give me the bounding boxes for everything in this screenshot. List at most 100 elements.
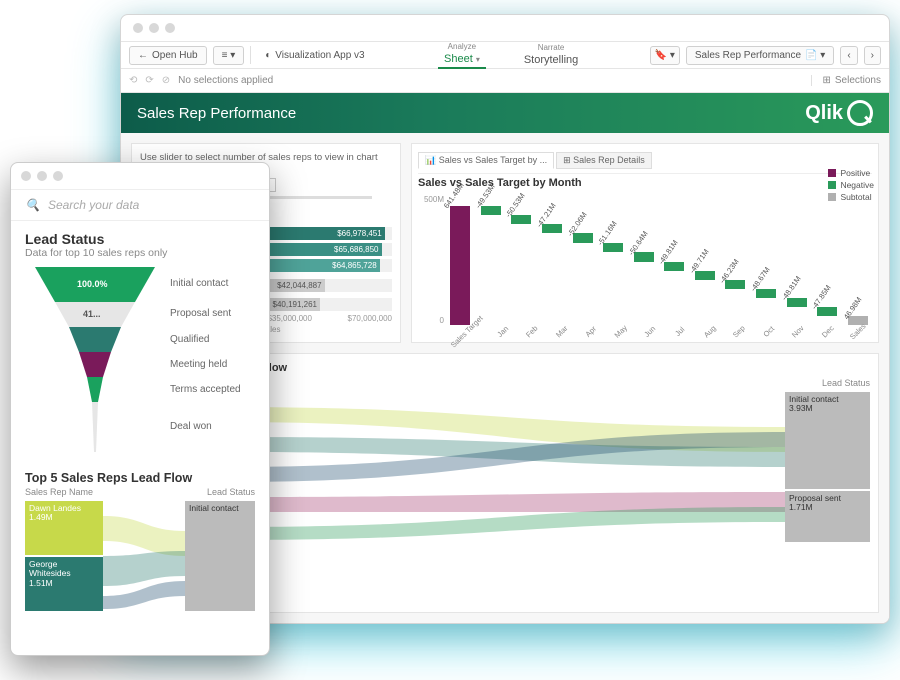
tab-sales-rep-details[interactable]: ⊞ Sales Rep Details	[556, 152, 652, 169]
selections-bar: ⟲ ⟳ ⊘ No selections applied ⊞ Selections	[121, 69, 889, 93]
narrate-group[interactable]: Narrate Storytelling	[518, 43, 584, 68]
selections-label: Selections	[835, 75, 881, 86]
top-toolbar: ← Open Hub ≡ ▾ ◐ Visualization App v3 An…	[121, 41, 889, 69]
app-name-label: Visualization App v3	[275, 50, 364, 61]
waterfall-bar: -50.53M	[507, 195, 536, 325]
y-tick: 500M	[418, 195, 444, 204]
sankey-target-node: Initial contact3.93M	[785, 392, 870, 489]
storytelling-tab[interactable]: Storytelling	[518, 52, 584, 68]
mobile-sankey-source-nodes: Dawn Landes1.49MGeorge Whitesides1.51M	[25, 501, 103, 611]
legend-positive: Positive	[840, 168, 870, 178]
open-hub-label: Open Hub	[152, 50, 198, 61]
mobile-sankey-right-header: Lead Status	[207, 487, 255, 497]
chart-tabs: 📊 Sales vs Sales Target by ... ⊞ Sales R…	[418, 150, 872, 174]
selections-icon: ⊞	[822, 75, 830, 86]
narrate-caption: Narrate	[518, 43, 584, 52]
search-placeholder: Search your data	[48, 198, 139, 212]
wf-bar-fill	[573, 233, 593, 243]
sankey-target-node: Proposal sent1.71M	[785, 491, 870, 542]
prev-sheet-button[interactable]: ‹	[840, 46, 857, 65]
minimize-dot[interactable]	[37, 171, 47, 181]
wf-bar-fill	[817, 307, 837, 316]
sankey-target-nodes: Initial contact3.93MProposal sent1.71M	[785, 392, 870, 542]
funnel-svg	[25, 267, 165, 457]
bar-value: $66,978,451	[337, 227, 382, 240]
bar-value: $65,686,850	[334, 243, 379, 256]
waterfall-bar: -47.85M	[813, 195, 842, 325]
funnel-label: Proposal sent	[170, 309, 231, 319]
waterfall-bar: 641.48M	[446, 195, 475, 325]
mobile-sankey-header: Sales Rep Name Lead Status	[25, 487, 255, 497]
funnel-label: Initial contact	[170, 279, 228, 289]
sankey-source-node: George Whitesides1.51M	[25, 557, 103, 611]
wf-bar-fill	[634, 252, 654, 261]
y-tick: 0	[418, 316, 444, 325]
no-selections-text: No selections applied	[178, 75, 273, 86]
funnel-chart: 100.0% 41... Initial contact Proposal se…	[25, 267, 255, 457]
wf-bar-fill	[664, 262, 684, 271]
waterfall-bar: -52.06M	[568, 195, 597, 325]
waterfall-bar: -47.21M	[538, 195, 567, 325]
wf-bar-fill	[481, 206, 501, 215]
waterfall-bar: -49.71M	[691, 195, 720, 325]
bar-value: $64,865,728	[332, 259, 377, 272]
analyze-group[interactable]: Analyze Sheet ▾	[438, 42, 486, 69]
back-selection-icon[interactable]: ⟲	[129, 75, 137, 86]
mobile-sankey-chart: Dawn Landes1.49MGeorge Whitesides1.51M I…	[25, 501, 255, 611]
sankey-target-node: Initial contact	[185, 501, 255, 611]
mobile-sankey-target-nodes: Initial contact	[185, 501, 255, 611]
tab2-label: Sales Rep Details	[573, 155, 645, 165]
axis-tick: $70,000,000	[348, 314, 393, 323]
minimize-dot[interactable]	[149, 23, 159, 33]
funnel-label: Qualified	[170, 335, 209, 345]
brand-text: Qlik	[805, 102, 843, 125]
bookmark-button[interactable]: 🔖 ▾	[650, 46, 680, 65]
brand-logo: Qlik	[805, 100, 873, 126]
legend-negative: Negative	[840, 180, 874, 190]
search-icon: 🔍	[25, 198, 40, 212]
funnel-value-1: 41...	[83, 309, 101, 319]
selections-button[interactable]: ⊞ Selections	[811, 75, 881, 86]
waterfall-bar: 46.98M	[844, 195, 873, 325]
wf-bar-fill	[450, 206, 470, 325]
waterfall-y-axis: 500M 0	[418, 195, 444, 325]
sheet-selector[interactable]: Sales Rep Performance 📄 ▾	[686, 46, 834, 65]
divider	[250, 46, 251, 64]
waterfall-bar: -48.81M	[782, 195, 811, 325]
fwd-selection-icon[interactable]: ⟳	[145, 75, 153, 86]
wf-bar-fill	[511, 215, 531, 224]
close-dot[interactable]	[21, 171, 31, 181]
clear-selection-icon[interactable]: ⊘	[162, 75, 170, 86]
list-menu-button[interactable]: ≡ ▾	[213, 46, 245, 65]
legend-swatch-negative	[828, 181, 836, 189]
waterfall-card: 📊 Sales vs Sales Target by ... ⊞ Sales R…	[411, 143, 879, 343]
open-hub-button[interactable]: ← Open Hub	[129, 46, 207, 65]
close-dot[interactable]	[133, 23, 143, 33]
lead-status-title: Lead Status	[25, 231, 255, 247]
tab1-label: Sales vs Sales Target by ...	[439, 155, 547, 165]
mobile-body: Lead Status Data for top 10 sales reps o…	[11, 221, 269, 655]
bar-value: $42,044,887	[277, 279, 322, 292]
next-sheet-button[interactable]: ›	[864, 46, 881, 65]
sankey-right-header: Lead Status	[822, 378, 870, 388]
waterfall-x-axis: Sales TargetJanFebMarAprMayJunJulAugSepO…	[418, 327, 872, 336]
funnel-label: Terms accepted	[170, 385, 241, 395]
waterfall-bar: -46.23M	[721, 195, 750, 325]
funnel-label: Meeting held	[170, 360, 227, 370]
waterfall-chart: 500M 0 641.48M -49.53M -50.53M -47.21M -…	[418, 195, 872, 325]
tab-sales-vs-target[interactable]: 📊 Sales vs Sales Target by ...	[418, 152, 554, 169]
window-controls	[121, 15, 889, 41]
sankey-node-label: Initial contact	[189, 503, 239, 513]
qlik-q-icon	[847, 100, 873, 126]
mobile-sankey-left-header: Sales Rep Name	[25, 487, 93, 497]
wf-bar-fill	[603, 243, 623, 253]
analyze-caption: Analyze	[438, 42, 486, 51]
search-bar[interactable]: 🔍 Search your data	[11, 190, 269, 221]
maximize-dot[interactable]	[53, 171, 63, 181]
page-title-bar: Sales Rep Performance Qlik	[121, 93, 889, 133]
sheet-tab[interactable]: Sheet ▾	[438, 51, 486, 69]
waterfall-bar: -48.67M	[752, 195, 781, 325]
maximize-dot[interactable]	[165, 23, 175, 33]
funnel-value-0: 100.0%	[77, 279, 108, 289]
wf-bar-fill	[725, 280, 745, 289]
